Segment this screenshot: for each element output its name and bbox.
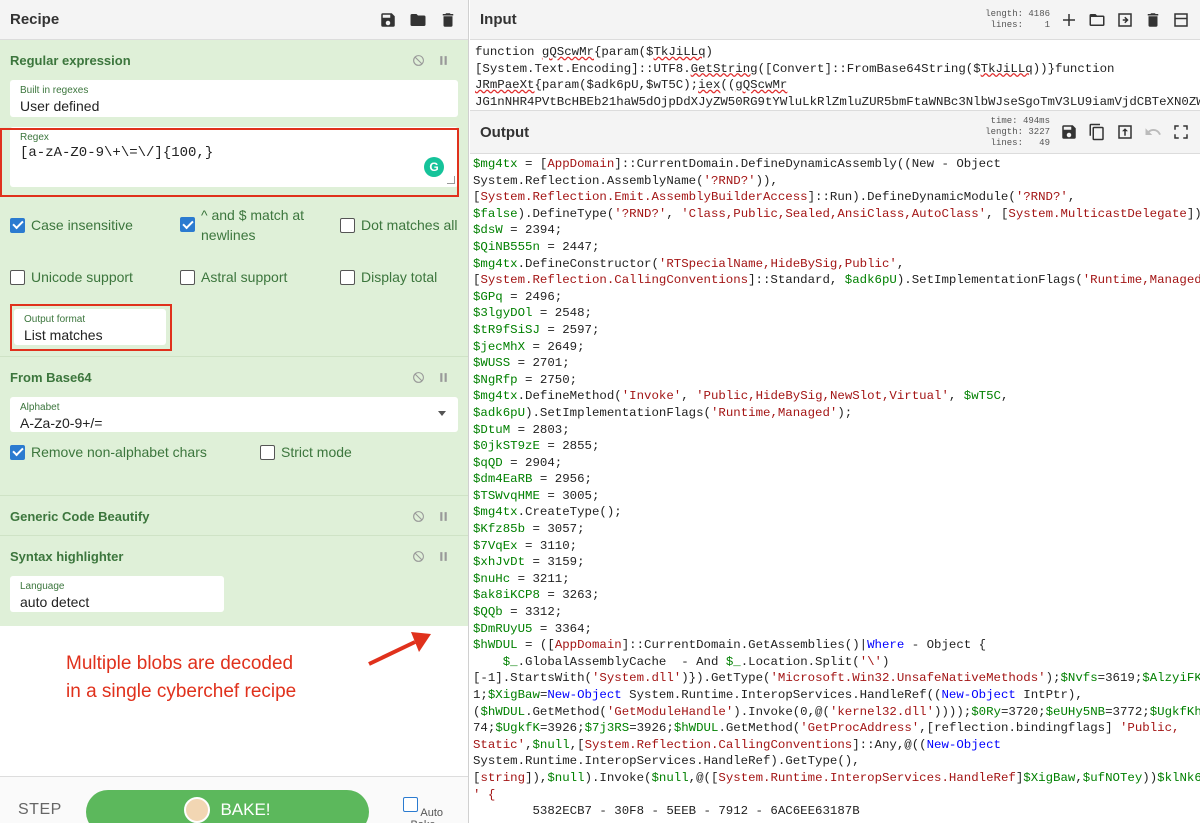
builtin-regex-select[interactable]: Built in regexes User defined [10, 80, 458, 117]
op-title-beautify: Generic Code Beautify [10, 508, 150, 524]
language-select[interactable]: Language auto detect [10, 576, 224, 612]
chevron-down-icon [438, 411, 446, 416]
folder-icon[interactable] [1088, 11, 1106, 29]
undo-icon[interactable] [1144, 123, 1162, 141]
unicode-support-checkbox[interactable]: Unicode support [10, 267, 133, 287]
output-length: length: 3227 [985, 126, 1050, 137]
astral-support-label: Astral support [201, 269, 288, 285]
bake-button[interactable]: BAKE! [86, 790, 369, 823]
display-total-checkbox[interactable]: Display total [340, 267, 437, 287]
output-time: time: 494ms [990, 115, 1050, 126]
recipe-pane: Recipe Regular expression Built in regex… [0, 0, 469, 823]
move-to-input-icon[interactable] [1116, 123, 1134, 141]
disable-icon[interactable] [412, 550, 425, 563]
bake-label: BAKE! [220, 800, 271, 819]
input-stats: length: 4186 lines: 1 [985, 9, 1050, 31]
display-total-label: Display total [361, 269, 438, 285]
output-title: Output [480, 123, 530, 141]
op-title-base64: From Base64 [10, 369, 92, 385]
folder-icon[interactable] [408, 10, 428, 30]
auto-bake-checkbox[interactable]: Auto Bake [393, 797, 453, 823]
save-icon[interactable] [378, 10, 398, 30]
builtin-regex-label: Built in regexes [20, 85, 89, 96]
bake-bar: STEP BAKE! Auto Bake [0, 776, 468, 823]
case-insensitive-label: Case insensitive [31, 217, 133, 233]
annotation-text: Multiple blobs are decoded in a single c… [66, 650, 366, 706]
layout-icon[interactable] [1172, 11, 1190, 29]
multiline-label-1: ^ and $ match at [201, 207, 305, 223]
recipe-title: Recipe [10, 11, 60, 28]
copy-icon[interactable] [1088, 123, 1106, 141]
annotation-line-1: Multiple blobs are decoded [66, 653, 294, 674]
input-header: Input length: 4186 lines: 1 [470, 0, 1200, 40]
io-pane: Input length: 4186 lines: 1 function gQS… [470, 0, 1200, 823]
regex-highlight-box [0, 128, 459, 197]
trash-icon[interactable] [438, 10, 458, 30]
pause-icon[interactable] [437, 510, 450, 523]
step-button[interactable]: STEP [18, 801, 62, 819]
op-syntax-highlighter: Syntax highlighter Language auto detect [0, 536, 468, 624]
language-label: Language [20, 581, 65, 592]
pause-icon[interactable] [437, 371, 450, 384]
output-textarea[interactable]: $mg4tx = [AppDomain]::CurrentDomain.Defi… [470, 154, 1200, 823]
recipe-operations: Regular expression Built in regexes User… [0, 40, 468, 626]
disable-icon[interactable] [412, 510, 425, 523]
alphabet-value: A-Za-z0-9+/= [20, 415, 103, 431]
multiline-checkbox[interactable]: ^ and $ match at newlines [180, 205, 304, 245]
chef-icon [184, 797, 211, 823]
strict-mode-label: Strict mode [281, 444, 352, 460]
dot-matches-all-checkbox[interactable]: Dot matches all [340, 215, 457, 235]
language-value: auto detect [20, 594, 90, 610]
input-textarea[interactable]: function gQScwMr{param($TkJiLLq) [System… [470, 40, 1200, 110]
case-insensitive-checkbox[interactable]: Case insensitive [10, 215, 133, 235]
save-icon[interactable] [1060, 123, 1078, 141]
recipe-header: Recipe [0, 0, 468, 40]
maximize-icon[interactable] [1172, 123, 1190, 141]
op-generic-code-beautify: Generic Code Beautify [0, 496, 468, 536]
output-header: Output time: 494ms length: 3227 lines: 4… [470, 110, 1200, 154]
op-title-syntax: Syntax highlighter [10, 548, 124, 564]
alphabet-select[interactable]: Alphabet A-Za-z0-9+/= [10, 397, 458, 432]
input-lines: lines: 1 [990, 19, 1050, 30]
remove-non-alphabet-label: Remove non-alphabet chars [31, 444, 207, 460]
import-icon[interactable] [1116, 11, 1134, 29]
op-title-regex: Regular expression [10, 52, 131, 68]
dot-matches-all-label: Dot matches all [361, 217, 458, 233]
annotation-arrow-icon [368, 632, 431, 666]
op-regular-expression: Regular expression Built in regexes User… [0, 40, 468, 357]
plus-icon[interactable] [1060, 11, 1078, 29]
annotation-line-2: in a single cyberchef recipe [66, 681, 297, 702]
input-title: Input [480, 11, 517, 28]
builtin-regex-value: User defined [20, 98, 100, 114]
pause-icon[interactable] [437, 54, 450, 67]
disable-icon[interactable] [412, 54, 425, 67]
trash-icon[interactable] [1144, 11, 1162, 29]
strict-mode-checkbox[interactable]: Strict mode [260, 442, 352, 462]
input-length: length: 4186 [985, 8, 1050, 19]
output-format-highlight-box [10, 304, 172, 351]
disable-icon[interactable] [412, 371, 425, 384]
op-from-base64: From Base64 Alphabet A-Za-z0-9+/= Remove… [0, 357, 468, 496]
alphabet-label: Alphabet [20, 402, 60, 413]
pause-icon[interactable] [437, 550, 450, 563]
unicode-support-label: Unicode support [31, 269, 133, 285]
output-stats: time: 494ms length: 3227 lines: 49 [985, 116, 1050, 149]
multiline-label-2: newlines [201, 227, 256, 243]
remove-non-alphabet-checkbox[interactable]: Remove non-alphabet chars [10, 442, 207, 462]
astral-support-checkbox[interactable]: Astral support [180, 267, 287, 287]
output-lines: lines: 49 [990, 137, 1050, 148]
